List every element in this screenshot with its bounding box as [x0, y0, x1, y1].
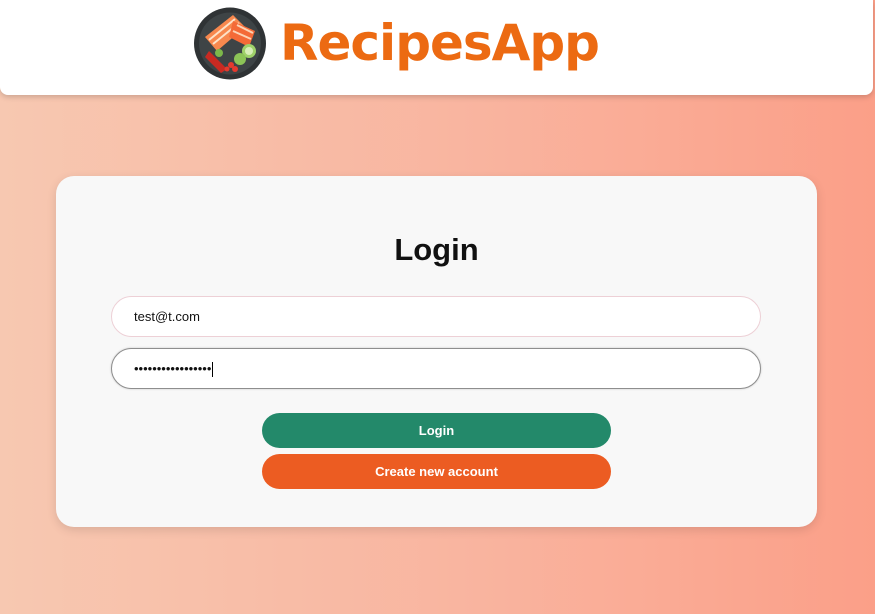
email-field[interactable]: test@t.com	[111, 296, 761, 337]
brand-title: RecipesApp	[280, 14, 600, 72]
sushi-bowl-icon	[194, 7, 266, 80]
login-card: Login test@t.com ••••••••••••••••• Login…	[56, 176, 817, 527]
create-account-button[interactable]: Create new account	[262, 454, 611, 489]
email-value: test@t.com	[134, 309, 200, 324]
app-header: RecipesApp	[0, 0, 873, 95]
text-caret	[212, 362, 214, 378]
password-value: •••••••••••••••••	[134, 361, 212, 376]
password-field[interactable]: •••••••••••••••••	[111, 348, 761, 389]
login-title: Login	[394, 232, 479, 267]
login-button[interactable]: Login	[262, 413, 611, 448]
